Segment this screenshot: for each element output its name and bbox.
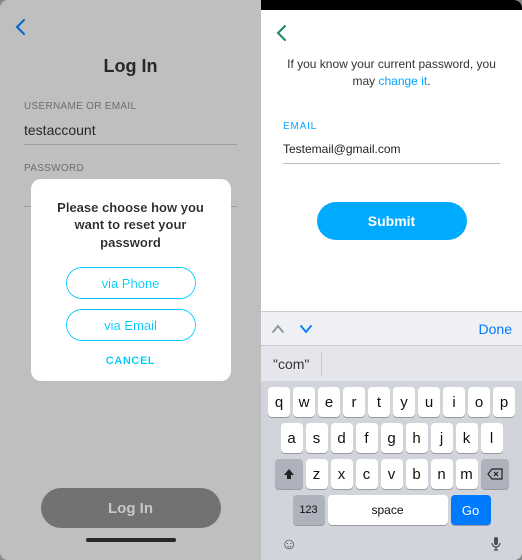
dictation-icon[interactable]	[490, 536, 502, 554]
next-field-icon[interactable]	[299, 322, 313, 336]
emoji-icon[interactable]: ☺	[281, 536, 297, 554]
key-row-4: 123 space Go	[264, 495, 519, 525]
key-q[interactable]: q	[268, 387, 290, 417]
key-n[interactable]: n	[431, 459, 453, 489]
key-o[interactable]: o	[468, 387, 490, 417]
login-header	[0, 0, 261, 36]
reset-header	[261, 10, 522, 42]
email-input[interactable]	[283, 142, 500, 164]
key-w[interactable]: w	[293, 387, 315, 417]
keyboard-keys: qwertyuiop asdfghjkl zxcvbnm 123 space G…	[261, 381, 522, 532]
keyboard-footer: ☺	[261, 532, 522, 560]
username-input[interactable]	[24, 118, 237, 145]
key-a[interactable]: a	[281, 423, 303, 453]
prev-field-icon[interactable]	[271, 322, 285, 336]
space-key[interactable]: space	[328, 495, 448, 525]
key-k[interactable]: k	[456, 423, 478, 453]
submit-area: Submit	[261, 202, 522, 240]
key-f[interactable]: f	[356, 423, 378, 453]
status-bar	[261, 0, 522, 10]
keyboard-suggestions: "com"	[261, 345, 522, 381]
key-i[interactable]: i	[443, 387, 465, 417]
key-c[interactable]: c	[356, 459, 378, 489]
page-title: Log In	[0, 56, 261, 77]
reset-password-dialog: Please choose how you want to reset your…	[31, 179, 231, 382]
reset-email-screen: If you know your current password, you m…	[261, 0, 522, 560]
key-e[interactable]: e	[318, 387, 340, 417]
keyboard-toolbar: Done	[261, 311, 522, 345]
home-indicator	[86, 538, 176, 542]
key-j[interactable]: j	[431, 423, 453, 453]
back-icon[interactable]	[14, 18, 247, 36]
key-m[interactable]: m	[456, 459, 478, 489]
key-x[interactable]: x	[331, 459, 353, 489]
key-y[interactable]: y	[393, 387, 415, 417]
shift-key[interactable]	[275, 459, 303, 489]
back-icon[interactable]	[275, 24, 508, 42]
suggestion-item[interactable]: "com"	[261, 352, 322, 376]
change-it-link[interactable]: change it	[378, 74, 427, 88]
username-label: USERNAME OR EMAIL	[24, 101, 237, 112]
cancel-button[interactable]: CANCEL	[106, 355, 155, 367]
key-row-3: zxcvbnm	[264, 459, 519, 489]
info-text-post: .	[427, 74, 430, 88]
key-l[interactable]: l	[481, 423, 503, 453]
key-b[interactable]: b	[406, 459, 428, 489]
key-row-1: qwertyuiop	[264, 387, 519, 417]
key-p[interactable]: p	[493, 387, 515, 417]
dialog-title: Please choose how you want to reset your…	[45, 199, 217, 252]
submit-button[interactable]: Submit	[317, 202, 467, 240]
email-form: EMAIL	[261, 91, 522, 164]
email-label: EMAIL	[283, 121, 500, 132]
key-s[interactable]: s	[306, 423, 328, 453]
go-key[interactable]: Go	[451, 495, 491, 525]
key-r[interactable]: r	[343, 387, 365, 417]
via-email-button[interactable]: via Email	[66, 309, 196, 341]
numeric-key[interactable]: 123	[293, 495, 325, 525]
keyboard: Done "com" qwertyuiop asdfghjkl zxcvbnm …	[261, 311, 522, 560]
key-row-2: asdfghjkl	[264, 423, 519, 453]
key-d[interactable]: d	[331, 423, 353, 453]
password-label: PASSWORD	[24, 163, 237, 174]
key-t[interactable]: t	[368, 387, 390, 417]
keyboard-done-button[interactable]: Done	[479, 321, 512, 337]
keyboard-nav-arrows	[271, 322, 313, 336]
key-v[interactable]: v	[381, 459, 403, 489]
login-footer: Log In	[0, 488, 261, 542]
via-phone-button[interactable]: via Phone	[66, 267, 196, 299]
key-g[interactable]: g	[381, 423, 403, 453]
key-h[interactable]: h	[406, 423, 428, 453]
key-z[interactable]: z	[306, 459, 328, 489]
info-text: If you know your current password, you m…	[261, 42, 522, 91]
login-button[interactable]: Log In	[41, 488, 221, 528]
backspace-key[interactable]	[481, 459, 509, 489]
key-u[interactable]: u	[418, 387, 440, 417]
